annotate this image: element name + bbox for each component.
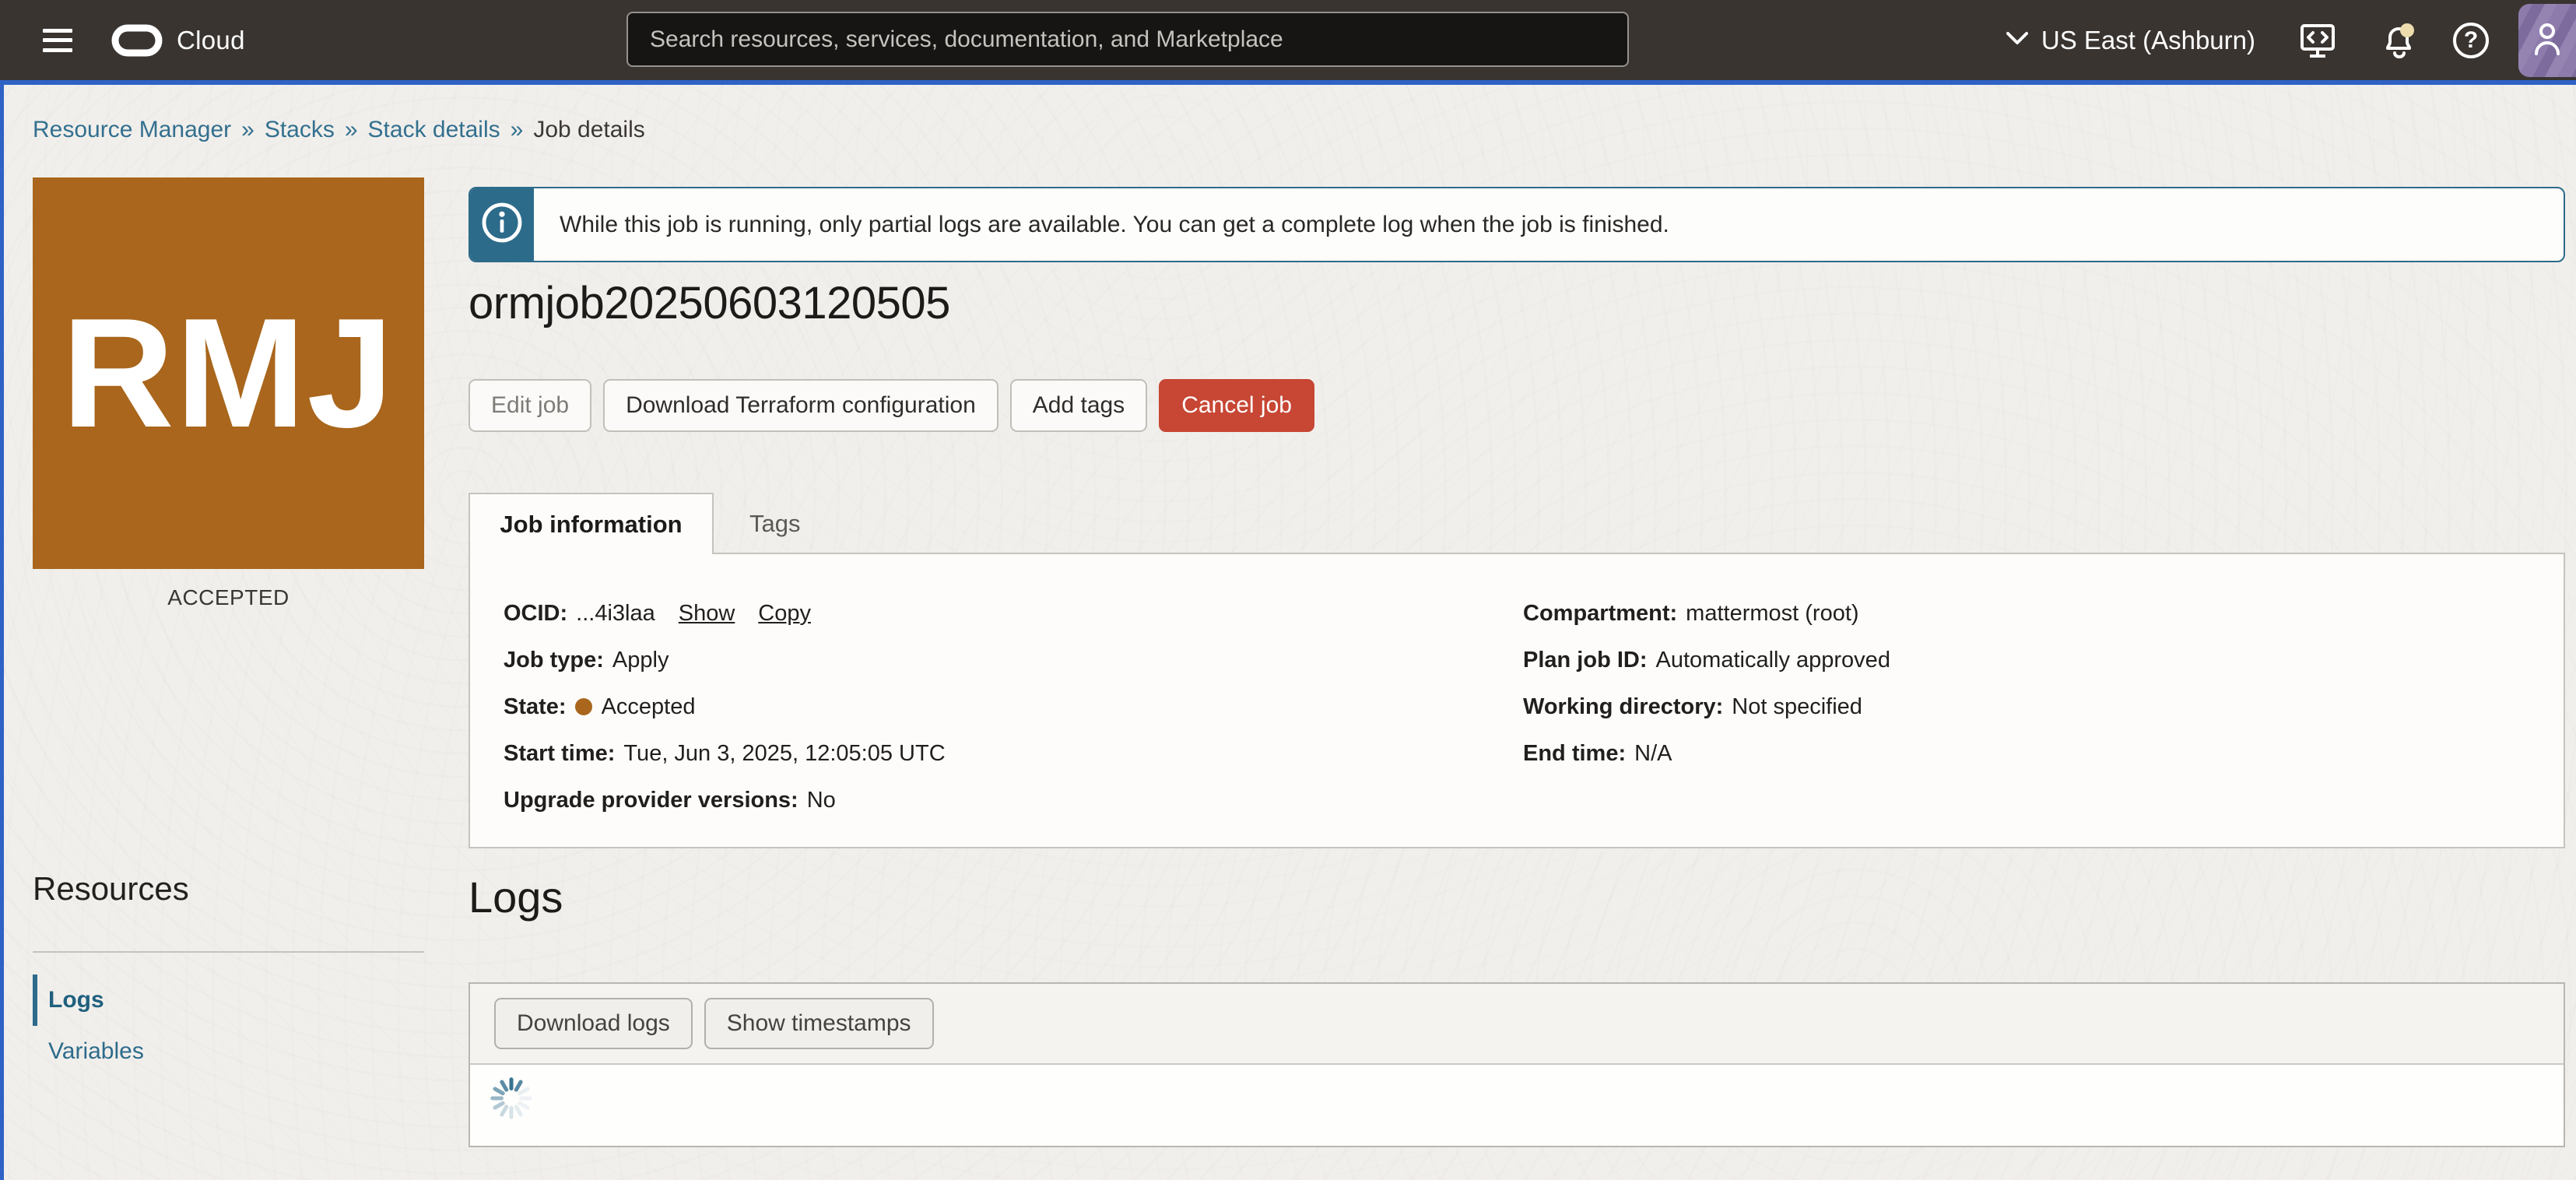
field-value: mattermost (root) [1686,601,1858,627]
breadcrumb-stack-details[interactable]: Stack details [368,117,500,143]
search-input[interactable] [626,12,1629,67]
region-label: US East (Ashburn) [2041,26,2255,55]
field-value: Accepted [602,694,696,720]
user-menu-avatar[interactable] [2518,4,2576,77]
logs-toolbar: Download logs Show timestamps [470,984,2564,1065]
field-value: Tue, Jun 3, 2025, 12:05:05 UTC [623,741,945,767]
cloud-shell-icon[interactable] [2299,22,2336,59]
resources-divider [33,951,424,953]
notifications-bell-icon[interactable] [2380,20,2419,61]
job-fields-left: OCID: ...4i3laa Show Copy Job type: Appl… [504,590,946,824]
show-timestamps-button[interactable]: Show timestamps [704,998,934,1049]
oracle-logo-icon [111,24,163,57]
header-accent-line [0,80,2576,85]
ocid-copy-link[interactable]: Copy [758,601,811,627]
breadcrumb-stacks[interactable]: Stacks [265,117,335,143]
field-value: Automatically approved [1656,648,1890,673]
tab-tags[interactable]: Tags [714,493,836,554]
download-logs-button[interactable]: Download logs [494,998,693,1049]
status-caption: ACCEPTED [33,585,424,610]
add-tags-button[interactable]: Add tags [1010,379,1147,432]
left-accent-border [0,85,4,1180]
person-icon [2530,19,2564,61]
field-label: Start time: [504,741,615,767]
field-job-type: Job type: Apply [504,637,946,683]
resources-heading: Resources [33,870,189,908]
detail-tabs: Job information Tags [469,493,836,554]
breadcrumb-job-details: Job details [533,117,644,143]
field-ocid: OCID: ...4i3laa Show Copy [504,590,946,637]
field-upgrade-provider-versions: Upgrade provider versions: No [504,777,946,824]
field-label: Compartment: [1523,601,1677,627]
top-navigation-bar: Cloud US East (Ashburn) [0,0,2576,80]
tab-job-information[interactable]: Job information [469,493,714,554]
job-avatar-initials: RMJ [61,284,395,463]
logs-panel: Download logs Show timestamps [469,982,2565,1147]
download-terraform-configuration-button[interactable]: Download Terraform configuration [603,379,998,432]
chevron-down-icon [2006,31,2041,49]
field-value: Apply [612,648,669,673]
state-dot-icon [575,698,592,715]
ocid-show-link[interactable]: Show [679,601,735,627]
field-label: OCID: [504,601,567,627]
info-banner-icon-box [470,188,534,261]
field-label: State: [504,694,567,720]
brand[interactable]: Cloud [111,24,245,57]
field-value: No [807,788,836,813]
field-compartment: Compartment: mattermost (root) [1523,590,1890,637]
job-information-panel: OCID: ...4i3laa Show Copy Job type: Appl… [469,553,2565,848]
page-title: ormjob20250603120505 [469,277,950,329]
logs-heading: Logs [469,872,563,922]
job-avatar-tile: RMJ [33,177,424,569]
logs-content-area [470,1065,2564,1146]
edit-job-button[interactable]: Edit job [469,379,591,432]
info-banner: While this job is running, only partial … [469,187,2565,262]
breadcrumb-resource-manager[interactable]: Resource Manager [33,117,231,143]
field-label: Working directory: [1523,694,1723,720]
field-start-time: Start time: Tue, Jun 3, 2025, 12:05:05 U… [504,730,946,777]
resources-list: Logs Variables [33,975,424,1077]
sidebar-item-logs[interactable]: Logs [33,975,424,1026]
breadcrumb-separator: » [241,117,254,143]
breadcrumb-separator: » [511,117,524,143]
hamburger-menu-icon[interactable] [43,29,72,52]
cancel-job-button[interactable]: Cancel job [1159,379,1314,432]
field-label: End time: [1523,741,1626,767]
breadcrumb: Resource Manager » Stacks » Stack detail… [33,117,645,143]
info-icon [480,201,524,248]
brand-label: Cloud [177,26,245,55]
field-working-directory: Working directory: Not specified [1523,683,1890,730]
field-value: N/A [1634,741,1672,767]
help-icon[interactable]: ? [2453,23,2489,58]
sidebar-item-variables[interactable]: Variables [33,1026,424,1077]
field-label: Job type: [504,648,604,673]
field-state: State: Accepted [504,683,946,730]
job-fields-right: Compartment: mattermost (root) Plan job … [1523,590,1890,777]
field-value: ...4i3laa [576,601,655,627]
help-glyph: ? [2464,27,2478,54]
field-label: Plan job ID: [1523,648,1648,673]
topbar-right-cluster: US East (Ashburn) ? [2006,0,2576,80]
field-end-time: End time: N/A [1523,730,1890,777]
region-selector[interactable]: US East (Ashburn) [2006,26,2255,55]
breadcrumb-separator: » [345,117,358,143]
field-plan-job-id: Plan job ID: Automatically approved [1523,637,1890,683]
field-label: Upgrade provider versions: [504,788,798,813]
action-buttons: Edit job Download Terraform configuratio… [469,379,1314,432]
page: Cloud US East (Ashburn) [0,0,2576,1180]
info-banner-message: While this job is running, only partial … [534,188,1669,261]
loading-spinner-icon [487,1074,535,1126]
field-value: Not specified [1732,694,1862,720]
